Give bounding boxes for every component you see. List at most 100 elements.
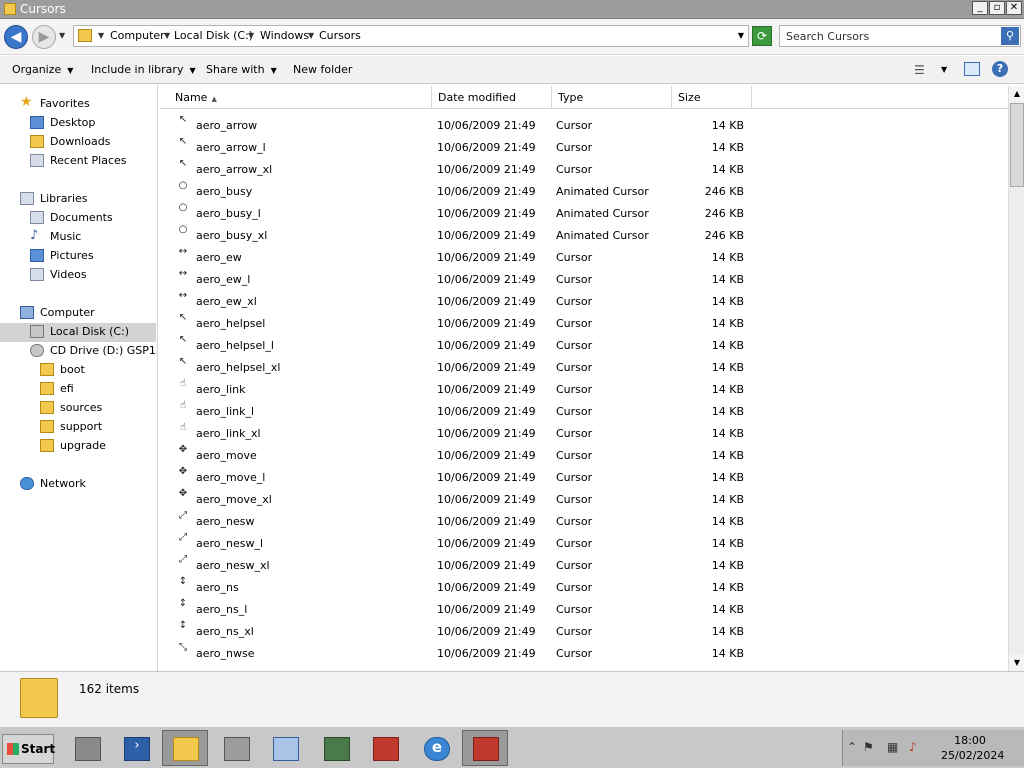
- clock-time[interactable]: 18:00: [941, 734, 999, 747]
- help-icon[interactable]: ?: [992, 61, 1008, 77]
- file-row[interactable]: ↕ aero_ns_xl 10/06/2009 21:49 Cursor 14 KB: [160, 616, 1008, 638]
- breadcrumb-cursors[interactable]: Cursors: [319, 29, 361, 42]
- nav-pictures[interactable]: Pictures: [30, 247, 156, 266]
- search-input[interactable]: Search Cursors ⚲: [779, 25, 1021, 47]
- file-row[interactable]: ↕ aero_ns 10/06/2009 21:49 Cursor 14 KB: [160, 572, 1008, 594]
- file-row[interactable]: ⤢ aero_nesw_xl 10/06/2009 21:49 Cursor 14 KB: [160, 550, 1008, 572]
- details-pane: 162 items: [0, 671, 1024, 726]
- scroll-down-icon[interactable]: ▼: [1009, 655, 1024, 671]
- nav-downloads[interactable]: Downloads: [30, 133, 156, 152]
- music-icon: ♪: [30, 228, 39, 243]
- column-header-name[interactable]: Name ▲: [160, 86, 432, 108]
- nav-folder-sources[interactable]: sources: [40, 399, 156, 418]
- chevron-down-icon[interactable]: ▼: [941, 65, 947, 74]
- nav-folder-support[interactable]: support: [40, 418, 156, 437]
- volume-muted-icon[interactable]: ♪: [909, 740, 917, 754]
- file-type: Cursor: [556, 647, 593, 660]
- folder-icon: [40, 363, 54, 376]
- maximize-button[interactable]: ▫: [989, 1, 1005, 15]
- file-row[interactable]: ↖ aero_arrow 10/06/2009 21:49 Cursor 14 KB: [160, 110, 1008, 132]
- clock-date[interactable]: 25/02/2024: [941, 749, 1004, 762]
- nav-favorites[interactable]: ★ Favorites: [20, 94, 156, 114]
- file-row[interactable]: ↖ aero_helpsel_l 10/06/2009 21:49 Cursor 14 …: [160, 330, 1008, 352]
- file-row[interactable]: ↖ aero_arrow_xl 10/06/2009 21:49 Cursor 14 K…: [160, 154, 1008, 176]
- chevron-icon[interactable]: ▼: [164, 31, 170, 40]
- file-row[interactable]: ☝ aero_link 10/06/2009 21:49 Cursor 14 KB: [160, 374, 1008, 396]
- nav-videos[interactable]: Videos: [30, 266, 156, 285]
- taskbar-tool-1[interactable]: [213, 730, 259, 766]
- share-with-menu[interactable]: Share with ▼: [206, 63, 277, 76]
- file-row[interactable]: ↖ aero_helpsel_xl 10/06/2009 21:49 Cursor 14…: [160, 352, 1008, 374]
- scroll-up-icon[interactable]: ▲: [1009, 86, 1024, 102]
- forward-button[interactable]: ▶: [32, 25, 56, 49]
- taskbar-tool-3[interactable]: [313, 730, 359, 766]
- file-row[interactable]: ↔ aero_ew 10/06/2009 21:49 Cursor 14 KB: [160, 242, 1008, 264]
- taskbar-internet-explorer[interactable]: e: [413, 730, 459, 766]
- nav-network[interactable]: Network: [20, 475, 156, 494]
- chevron-icon[interactable]: ▼: [308, 31, 314, 40]
- file-row[interactable]: ○ aero_busy_xl 10/06/2009 21:49 Animated Cu…: [160, 220, 1008, 242]
- nav-folder-boot[interactable]: boot: [40, 361, 156, 380]
- file-row[interactable]: ☝ aero_link_xl 10/06/2009 21:49 Cursor 14 KB: [160, 418, 1008, 440]
- nav-cd-drive[interactable]: CD Drive (D:) GSP1RM: [30, 342, 157, 361]
- taskbar-explorer[interactable]: [162, 730, 208, 766]
- nav-desktop[interactable]: Desktop: [30, 114, 156, 133]
- taskbar-tool-2[interactable]: [262, 730, 308, 766]
- file-row[interactable]: ✥ aero_move_xl 10/06/2009 21:49 Cursor 14 KB: [160, 484, 1008, 506]
- network-tray-icon[interactable]: ▦: [887, 740, 898, 754]
- file-row[interactable]: ⤢ aero_nesw 10/06/2009 21:49 Cursor 14 KB: [160, 506, 1008, 528]
- file-row[interactable]: ✥ aero_move 10/06/2009 21:49 Cursor 14 KB: [160, 440, 1008, 462]
- file-row[interactable]: ✥ aero_move_l 10/06/2009 21:49 Cursor 14 KB: [160, 462, 1008, 484]
- vertical-scrollbar[interactable]: ▲ ▼: [1008, 86, 1024, 671]
- address-dropdown-icon[interactable]: ▼: [738, 31, 744, 40]
- file-type: Cursor: [556, 625, 593, 638]
- organize-menu[interactable]: Organize ▼: [12, 63, 73, 76]
- chevron-icon[interactable]: ▼: [248, 31, 254, 40]
- preview-pane-icon[interactable]: [964, 62, 980, 76]
- show-hidden-icons-icon[interactable]: ⌃: [847, 740, 857, 754]
- new-folder-button[interactable]: New folder: [293, 63, 352, 76]
- view-options-icon[interactable]: ☰: [914, 63, 925, 77]
- file-row[interactable]: ↔ aero_ew_l 10/06/2009 21:49 Cursor 14 KB: [160, 264, 1008, 286]
- close-button[interactable]: ✕: [1006, 1, 1022, 15]
- taskbar-powershell[interactable]: ›: [113, 730, 159, 766]
- file-row[interactable]: ☝ aero_link_l 10/06/2009 21:49 Cursor 14 KB: [160, 396, 1008, 418]
- nav-computer[interactable]: Computer: [20, 304, 156, 323]
- start-button[interactable]: Start: [2, 734, 55, 764]
- address-bar[interactable]: ▼ Computer ▼ Local Disk (C:) ▼ Windows ▼…: [73, 25, 749, 47]
- nav-folder-upgrade[interactable]: upgrade: [40, 437, 156, 456]
- file-row[interactable]: ⤢ aero_nesw_l 10/06/2009 21:49 Cursor 14 KB: [160, 528, 1008, 550]
- file-row[interactable]: ↖ aero_helpsel 10/06/2009 21:49 Cursor 14 KB: [160, 308, 1008, 330]
- nav-music[interactable]: ♪ Music: [30, 228, 156, 247]
- taskbar-server-manager[interactable]: [64, 730, 110, 766]
- file-name: aero_nesw_xl: [196, 559, 270, 572]
- column-header-type[interactable]: Type: [552, 86, 672, 108]
- search-icon[interactable]: ⚲: [1001, 27, 1019, 45]
- breadcrumb-computer[interactable]: Computer: [110, 29, 165, 42]
- file-row[interactable]: ↔ aero_ew_xl 10/06/2009 21:49 Cursor 14 KB: [160, 286, 1008, 308]
- include-in-library-menu[interactable]: Include in library ▼: [91, 63, 196, 76]
- nav-recent-places[interactable]: Recent Places: [30, 152, 156, 171]
- nav-documents[interactable]: Documents: [30, 209, 156, 228]
- nav-libraries[interactable]: Libraries: [20, 190, 156, 209]
- file-row[interactable]: ↖ aero_arrow_l 10/06/2009 21:49 Cursor 14 KB: [160, 132, 1008, 154]
- taskbar-tool-5[interactable]: [462, 730, 508, 766]
- column-header-date[interactable]: Date modified: [432, 86, 552, 108]
- nav-local-disk[interactable]: Local Disk (C:): [0, 323, 156, 342]
- back-button[interactable]: ◀: [4, 25, 28, 49]
- chevron-icon[interactable]: ▼: [98, 31, 104, 40]
- file-row[interactable]: ↕ aero_ns_l 10/06/2009 21:49 Cursor 14 KB: [160, 594, 1008, 616]
- column-header-size[interactable]: Size: [672, 86, 752, 108]
- file-row[interactable]: ⤡ aero_nwse 10/06/2009 21:49 Cursor 14 KB: [160, 638, 1008, 660]
- file-row[interactable]: ○ aero_busy 10/06/2009 21:49 Animated Curso…: [160, 176, 1008, 198]
- recent-pages-dropdown-icon[interactable]: ▼: [59, 31, 65, 40]
- taskbar-tool-4[interactable]: [362, 730, 408, 766]
- scroll-thumb[interactable]: [1010, 103, 1024, 187]
- file-row[interactable]: ○ aero_busy_l 10/06/2009 21:49 Animated Cur…: [160, 198, 1008, 220]
- breadcrumb-windows[interactable]: Windows: [260, 29, 309, 42]
- breadcrumb-local-disk[interactable]: Local Disk (C:): [174, 29, 253, 42]
- action-center-flag-icon[interactable]: ⚑: [863, 740, 874, 754]
- minimize-button[interactable]: _: [972, 1, 988, 15]
- nav-folder-efi[interactable]: efi: [40, 380, 156, 399]
- refresh-button[interactable]: ⟳: [752, 26, 772, 46]
